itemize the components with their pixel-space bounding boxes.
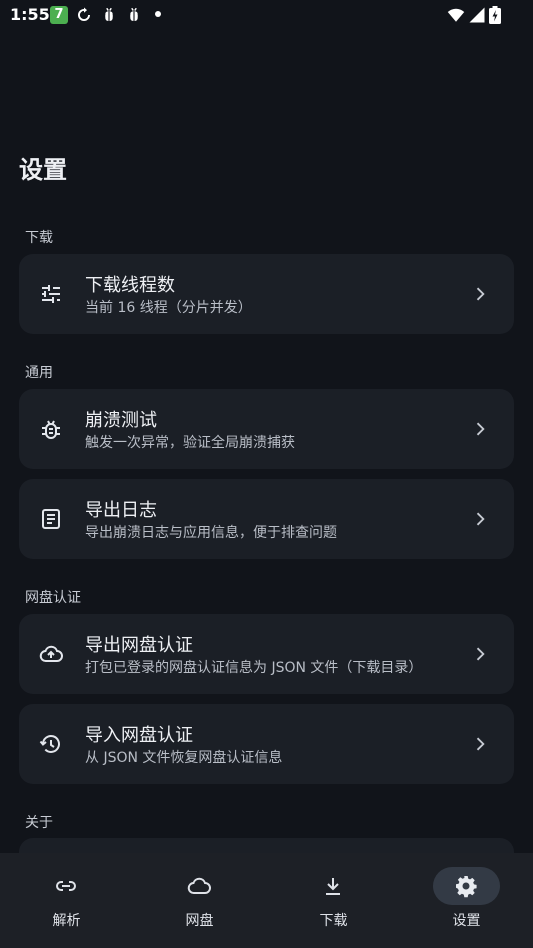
chevron-right-icon bbox=[476, 512, 485, 526]
sync-icon bbox=[78, 7, 90, 21]
nav-settings[interactable]: 设置 bbox=[400, 853, 533, 948]
section-label-general: 通用 bbox=[25, 365, 53, 381]
nav-label: 解析 bbox=[52, 913, 81, 929]
item-title: 导入网盘认证 bbox=[85, 725, 193, 746]
download-threads-item[interactable]: 下载线程数 当前 16 线程（分片并发） bbox=[19, 254, 514, 334]
export-logs-item[interactable]: 导出日志 导出崩溃日志与应用信息，便于排查问题 bbox=[19, 479, 514, 559]
item-subtitle: 打包已登录的网盘认证信息为 JSON 文件（下载目录） bbox=[85, 660, 423, 676]
item-subtitle: 从 JSON 文件恢复网盘认证信息 bbox=[85, 750, 283, 766]
item-title: 导出日志 bbox=[85, 500, 157, 521]
signal-icon bbox=[469, 7, 485, 23]
battery-icon bbox=[489, 6, 501, 24]
bug-icon bbox=[128, 7, 140, 21]
nav-label: 网盘 bbox=[185, 913, 214, 929]
nav-label: 设置 bbox=[452, 913, 481, 929]
download-icon bbox=[326, 878, 340, 895]
chevron-right-icon bbox=[476, 647, 485, 661]
nav-label: 下载 bbox=[319, 913, 348, 929]
status-bar: 1:55 7 bbox=[0, 0, 533, 30]
crash-test-item[interactable]: 崩溃测试 触发一次异常，验证全局崩溃捕获 bbox=[19, 389, 514, 469]
notification-dot-icon bbox=[155, 11, 161, 17]
tune-icon bbox=[42, 285, 60, 303]
chevron-right-icon bbox=[476, 737, 485, 751]
section-label-download: 下载 bbox=[25, 230, 53, 246]
nav-cloud[interactable]: 网盘 bbox=[133, 853, 266, 948]
app-badge-icon: 7 bbox=[50, 6, 68, 24]
bug-icon bbox=[42, 420, 60, 439]
item-subtitle: 当前 16 线程（分片并发） bbox=[85, 300, 252, 316]
section-label-about: 关于 bbox=[25, 815, 53, 831]
status-time: 1:55 bbox=[10, 5, 50, 24]
section-label-cloud-auth: 网盘认证 bbox=[25, 590, 81, 606]
item-subtitle: 导出崩溃日志与应用信息，便于排查问题 bbox=[85, 525, 337, 541]
export-cloud-auth-item[interactable]: 导出网盘认证 打包已登录的网盘认证信息为 JSON 文件（下载目录） bbox=[19, 614, 514, 694]
bug-icon bbox=[103, 7, 115, 21]
page-title: 设置 bbox=[19, 156, 67, 184]
item-title: 崩溃测试 bbox=[85, 410, 157, 431]
import-cloud-auth-item[interactable]: 导入网盘认证 从 JSON 文件恢复网盘认证信息 bbox=[19, 704, 514, 784]
bottom-nav: 解析 网盘 下载 设置 bbox=[0, 853, 533, 948]
nav-parse[interactable]: 解析 bbox=[0, 853, 133, 948]
item-title: 导出网盘认证 bbox=[85, 635, 193, 656]
wifi-icon bbox=[447, 8, 465, 22]
nav-download[interactable]: 下载 bbox=[267, 853, 400, 948]
item-title: 下载线程数 bbox=[85, 275, 175, 296]
link-icon bbox=[56, 881, 76, 891]
item-subtitle: 触发一次异常，验证全局崩溃捕获 bbox=[85, 435, 295, 451]
chevron-right-icon bbox=[476, 422, 485, 436]
document-icon bbox=[42, 509, 60, 529]
restore-icon bbox=[39, 735, 60, 753]
gear-icon bbox=[456, 876, 477, 898]
cloud-icon bbox=[187, 877, 211, 894]
chevron-right-icon bbox=[476, 287, 485, 301]
cloud-upload-icon bbox=[39, 645, 63, 662]
